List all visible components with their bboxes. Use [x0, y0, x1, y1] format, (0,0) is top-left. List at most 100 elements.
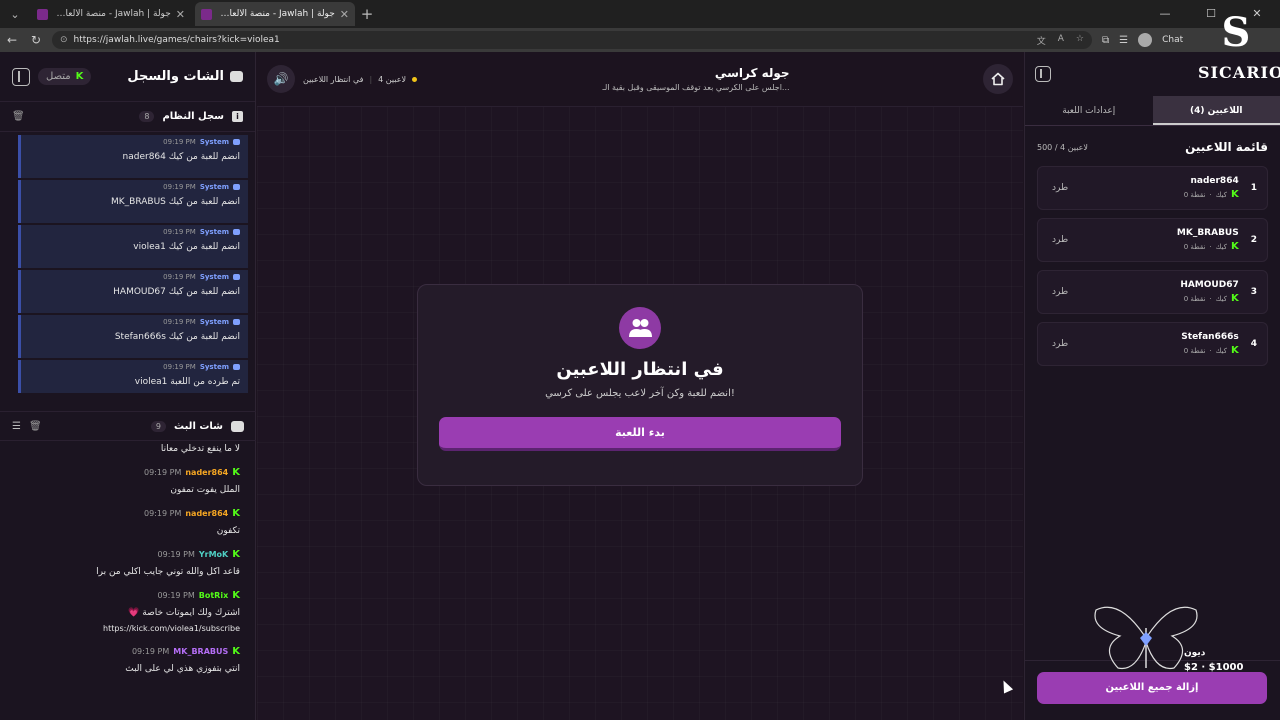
player-row: طرد MK_BRABUS 0 نقطة · كيك K 2: [1037, 218, 1268, 262]
kick-logo-icon: K: [232, 590, 240, 601]
minimize-icon[interactable]: —: [1142, 0, 1188, 28]
entry-time: 09:19 PM: [163, 138, 196, 146]
trash-icon[interactable]: 🗑: [12, 111, 25, 122]
logo-name: SICARIO: [1198, 63, 1280, 82]
game-state-label: في انتظار اللاعبين: [303, 74, 364, 84]
game-title: جوله كراسي: [714, 66, 790, 80]
collapse-panel-icon[interactable]: [1035, 66, 1051, 82]
stream-chat-count: 9: [150, 420, 167, 432]
home-button[interactable]: [982, 64, 1013, 94]
chat-panel-header: متصل K الشات والسجل: [0, 52, 255, 102]
entry-sender: System: [199, 183, 229, 191]
player-platform: كيك: [1215, 346, 1227, 355]
tab-players[interactable]: اللاعبين (4): [1152, 96, 1280, 125]
sound-toggle-icon[interactable]: 🔊: [267, 65, 295, 93]
player-info: MK_BRABUS 0 نقطة · كيك K: [1176, 228, 1239, 252]
kick-logo-icon: K: [1230, 241, 1239, 252]
tab-game-settings[interactable]: إعدادات اللعبة: [1025, 96, 1153, 125]
player-count-label: 4 لاعبين: [378, 74, 407, 84]
reload-icon[interactable]: ↻: [24, 33, 48, 47]
entry-time: 09:19 PM: [163, 183, 196, 191]
chat-message: 09:19 PM MK_BRABUS K انتي بتفوزي هذي لي عل…: [0, 646, 240, 674]
url-text: https://jawlah.live/games/chairs?kick=vi…: [73, 35, 280, 45]
align-icon[interactable]: ☰: [12, 421, 21, 432]
favorites-icon[interactable]: ☰: [1119, 35, 1128, 46]
start-game-button[interactable]: بدء اللعبة: [439, 417, 841, 451]
app-root: متصل K الشات والسجل 🗑 8 سجل النظام i 09:…: [0, 52, 1280, 720]
waiting-title: في انتظار اللاعبين: [556, 359, 724, 380]
info-icon: i: [232, 111, 243, 122]
entry-sender: System: [199, 318, 229, 326]
player-row: طرد HAMOUD67 0 نقطة · كيك K 3: [1037, 270, 1268, 314]
site-info-icon[interactable]: ⊙: [60, 35, 68, 45]
robot-icon: [233, 274, 240, 280]
system-log-header[interactable]: 🗑 8 سجل النظام i: [0, 102, 255, 132]
streamer-logo: S SICARIO: [1198, 0, 1280, 86]
status-dot-icon: [412, 76, 418, 82]
waiting-subtitle: انضم للعبة وكن آخر لاعب يجلس على كرسي!: [545, 388, 735, 399]
kick-player-button[interactable]: طرد: [1052, 235, 1068, 245]
entry-text: Stefan666s انضم للعبة من كيك: [114, 332, 240, 342]
waiting-card: في انتظار اللاعبين انضم للعبة وكن آخر لا…: [417, 284, 863, 486]
entry-text: violea1 تم طرده من اللعبة: [134, 377, 240, 387]
player-name: HAMOUD67: [1180, 280, 1239, 290]
kick-logo-icon: K: [1230, 293, 1239, 304]
system-log-entry: 09:19 PM System violea1 تم طرده من اللعبة: [18, 360, 248, 393]
player-name: Stefan666s: [1181, 332, 1239, 342]
translate-icon[interactable]: 文: [1037, 34, 1046, 47]
entry-text: nader864 انضم للعبة من كيك: [122, 152, 240, 162]
tab-list-chevron-icon[interactable]: ⌄: [3, 2, 27, 26]
read-aloud-icon[interactable]: A: [1058, 34, 1064, 47]
close-tab-icon[interactable]: ✕: [176, 8, 185, 21]
stream-chat-header[interactable]: ☰ 🗑 9 شات البث: [0, 411, 256, 441]
system-log-list[interactable]: 09:19 PM System nader864 انضم للعبة من كي…: [0, 135, 256, 393]
trash-icon[interactable]: 🗑: [29, 421, 42, 432]
chat-message: 09:19 PM nader864 K تكفون: [0, 508, 240, 536]
chat-message-text: قاعد اكل والله توني جايب اكلي من برا: [96, 567, 240, 577]
game-status: في انتظار اللاعبين | 4 لاعبين: [303, 74, 418, 84]
collapse-panel-icon[interactable]: [12, 67, 30, 86]
kick-player-button[interactable]: طرد: [1052, 339, 1068, 349]
kick-player-button[interactable]: طرد: [1052, 183, 1068, 193]
chat-message-link[interactable]: https://kick.com/violea1/subscribe: [0, 624, 240, 633]
browser-tab-1[interactable]: جولة | Jawlah - منصة الألعاب التفا... ✕: [31, 2, 191, 26]
robot-icon: [233, 364, 240, 370]
chat-panel-title-text: الشات والسجل: [127, 69, 224, 84]
entry-sender: System: [199, 138, 229, 146]
players-count: 500 / 4 لاعبين: [1037, 142, 1088, 152]
chat-username[interactable]: nader864: [185, 468, 228, 477]
back-icon[interactable]: ←: [0, 33, 24, 47]
chat-panel-title: الشات والسجل: [127, 69, 243, 84]
stream-chat-label: شات البث: [174, 420, 223, 432]
connection-status-badge: متصل K: [38, 68, 92, 85]
player-row: طرد nader864 0 نقطة · كيك K 1: [1037, 166, 1268, 210]
kick-player-button[interactable]: طرد: [1052, 287, 1068, 297]
kick-logo-icon: K: [75, 71, 84, 82]
chat-username[interactable]: BotRix: [199, 591, 228, 600]
close-tab-icon[interactable]: ✕: [340, 8, 349, 21]
kick-logo-icon: K: [1230, 189, 1239, 200]
system-log-entry: 09:19 PM System nader864 انضم للعبة من كي…: [18, 135, 248, 178]
entry-text: MK_BRABUS انضم للعبة من كيك: [111, 197, 240, 207]
home-icon: [991, 72, 1005, 86]
browser-tab-2[interactable]: جولة | Jawlah - منصة الألعاب التفا... ✕: [195, 2, 355, 26]
player-points: 0 نقطة: [1183, 346, 1206, 355]
profile-avatar[interactable]: [1138, 33, 1153, 47]
chat-username[interactable]: MK_BRABUS: [173, 647, 228, 656]
favorite-star-icon[interactable]: ☆: [1076, 34, 1084, 47]
chat-message: 09:19 PM YrMoK K قاعد اكل والله توني جايب …: [0, 549, 240, 577]
entry-text: violea1 انضم للعبة من كيك: [133, 242, 240, 252]
chat-message-text: 💗 اشترك ولك ايموتات خاصة: [128, 608, 240, 618]
chat-message-text: الملل يفوت تمفون: [170, 485, 240, 495]
stream-chat-section: ☰ 🗑 9 شات البث: [0, 411, 256, 441]
chat-username[interactable]: nader864: [185, 509, 228, 518]
url-field[interactable]: ⊙ https://jawlah.live/games/chairs?kick=…: [52, 31, 1092, 49]
kick-logo-icon: K: [1230, 345, 1239, 356]
entry-time: 09:19 PM: [163, 363, 196, 371]
new-tab-icon[interactable]: +: [355, 5, 379, 23]
chat-username[interactable]: YrMoK: [199, 550, 228, 559]
system-log-entry: 09:19 PM System HAMOUD67 انضم للعبة من كي…: [18, 270, 248, 313]
stream-chat-list[interactable]: لا ما ينفع تدخلي معانا 09:19 PM nader864 K…: [0, 442, 256, 720]
copilot-chat-button[interactable]: Chat: [1162, 35, 1183, 45]
extensions-icon[interactable]: ⧉: [1102, 35, 1109, 46]
